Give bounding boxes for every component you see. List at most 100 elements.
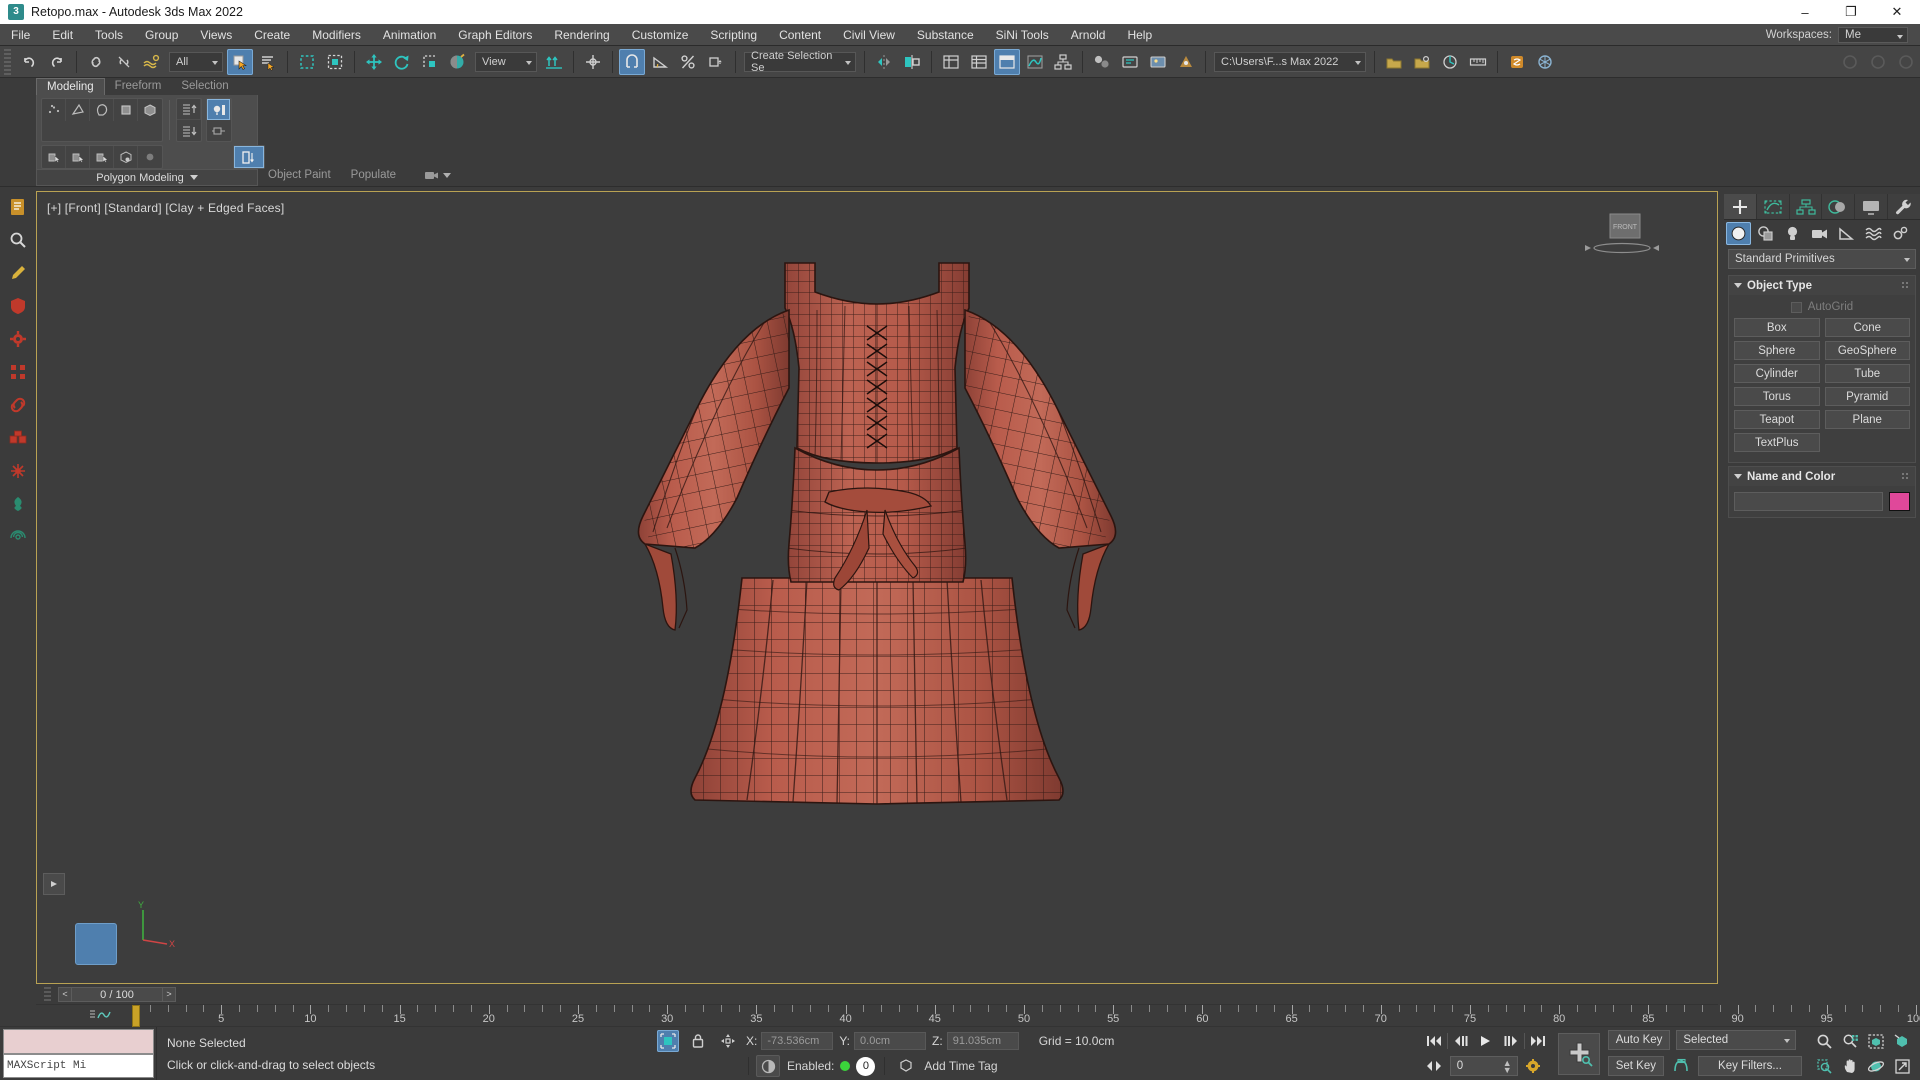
generate-topology-icon[interactable] xyxy=(42,146,66,168)
object-color-swatch[interactable] xyxy=(1889,492,1910,511)
coord-z[interactable]: Z: 91.035cm xyxy=(932,1032,1019,1050)
zoom-icon[interactable] xyxy=(1812,1029,1836,1053)
menu-edit[interactable]: Edit xyxy=(41,24,84,46)
render-production-icon[interactable] xyxy=(1173,49,1199,75)
ribbon-tab-freeform[interactable]: Freeform xyxy=(105,78,172,95)
box-button[interactable]: Box xyxy=(1734,318,1820,337)
rendered-frame-window-icon[interactable] xyxy=(1145,49,1171,75)
sphere-button[interactable]: Sphere xyxy=(1734,341,1820,360)
menu-file[interactable]: File xyxy=(0,24,41,46)
menu-group[interactable]: Group xyxy=(134,24,189,46)
go-to-end-icon[interactable] xyxy=(1526,1029,1550,1053)
textplus-button[interactable]: TextPlus xyxy=(1734,433,1820,452)
show-cage-icon[interactable] xyxy=(207,99,231,120)
menu-content[interactable]: Content xyxy=(768,24,832,46)
set-key-big-button[interactable] xyxy=(1558,1033,1600,1075)
field-of-view-icon[interactable] xyxy=(1890,1029,1914,1053)
schematic-view-icon[interactable] xyxy=(1050,49,1076,75)
coord-x[interactable]: X: -73.536cm xyxy=(746,1032,833,1050)
menu-help[interactable]: Help xyxy=(1116,24,1163,46)
adaptive-degradation-icon[interactable] xyxy=(756,1055,780,1077)
maxscript-listener[interactable]: MAXScript Mi xyxy=(0,1027,156,1080)
undo-icon[interactable] xyxy=(16,49,42,75)
spinner-snap-icon[interactable] xyxy=(703,49,729,75)
reference-coordinate-system-combo[interactable]: View xyxy=(475,52,537,72)
next-frame-icon[interactable] xyxy=(1499,1029,1523,1053)
scene-explorer-icon[interactable] xyxy=(966,49,992,75)
menu-arnold[interactable]: Arnold xyxy=(1060,24,1117,46)
pyramid-button[interactable]: Pyramid xyxy=(1825,387,1911,406)
key-mode-toggle-icon[interactable] xyxy=(1422,1054,1446,1078)
track-view-icon[interactable] xyxy=(88,1008,112,1021)
viewport-front[interactable]: [+] [Front] [Standard] [Clay + Edged Fac… xyxy=(36,191,1718,984)
add-time-tag-label[interactable]: Add Time Tag xyxy=(924,1059,997,1073)
create-tab[interactable] xyxy=(1724,194,1757,219)
name-and-color-header[interactable]: Name and Color xyxy=(1729,467,1915,486)
collapse-stack-down-icon[interactable] xyxy=(177,120,201,141)
coord-y-value[interactable]: 0.0cm xyxy=(854,1032,926,1050)
geosphere-button[interactable]: GeoSphere xyxy=(1825,341,1911,360)
asset-tracking-open-icon[interactable] xyxy=(1409,49,1435,75)
key-filter-mode-combo[interactable]: Selected xyxy=(1676,1030,1796,1050)
maxscript-output[interactable] xyxy=(3,1029,154,1054)
select-object-icon[interactable] xyxy=(227,49,253,75)
border-icon[interactable] xyxy=(90,99,114,121)
window-crossing-icon[interactable] xyxy=(322,49,348,75)
time-tag-icon[interactable] xyxy=(895,1055,917,1077)
tube-button[interactable]: Tube xyxy=(1825,364,1911,383)
cylinder-button[interactable]: Cylinder xyxy=(1734,364,1820,383)
auto-key-button[interactable]: Auto Key xyxy=(1608,1030,1671,1050)
zoom-all-icon[interactable] xyxy=(1838,1029,1862,1053)
select-and-manipulate-icon[interactable] xyxy=(580,49,606,75)
ribbon-camera-icon[interactable] xyxy=(406,167,461,183)
orbit-icon[interactable] xyxy=(1864,1054,1888,1078)
isolate-selection-icon[interactable] xyxy=(657,1030,679,1052)
redo-icon[interactable] xyxy=(44,49,70,75)
mirror-icon[interactable] xyxy=(871,49,897,75)
coord-z-value[interactable]: 91.035cm xyxy=(947,1032,1019,1050)
vertex-icon[interactable] xyxy=(42,99,66,121)
workspaces-value[interactable]: Me xyxy=(1838,27,1908,43)
measure-distance-icon[interactable] xyxy=(1465,49,1491,75)
toolbar-extra-1-icon[interactable] xyxy=(1837,49,1863,75)
full-interactivity-icon[interactable] xyxy=(114,146,138,168)
viewport-home-button[interactable] xyxy=(75,923,117,965)
teapot-button[interactable]: Teapot xyxy=(1734,410,1820,429)
viewport-label[interactable]: [+] [Front] [Standard] [Clay + Edged Fac… xyxy=(47,201,284,215)
viewport-minimize-toggle[interactable] xyxy=(43,873,65,895)
sini-gear-icon[interactable] xyxy=(6,327,30,351)
selection-lock-icon[interactable] xyxy=(687,1030,709,1052)
dress-mesh[interactable] xyxy=(567,248,1187,928)
set-key-button[interactable]: Set Key xyxy=(1608,1056,1664,1076)
maximize-button[interactable]: ❐ xyxy=(1828,0,1874,24)
sini-pen-icon[interactable] xyxy=(6,261,30,285)
hierarchy-tab[interactable] xyxy=(1790,194,1823,219)
polygon-icon[interactable] xyxy=(114,99,138,121)
category-combo[interactable]: Standard Primitives xyxy=(1728,249,1916,269)
menu-customize[interactable]: Customize xyxy=(621,24,700,46)
layer-explorer-icon[interactable] xyxy=(938,49,964,75)
select-by-name-icon[interactable] xyxy=(255,49,281,75)
workspaces-selector[interactable]: Workspaces: Me xyxy=(1766,27,1920,43)
object-type-header[interactable]: Object Type xyxy=(1729,276,1915,295)
menu-substance[interactable]: Substance xyxy=(906,24,985,46)
menu-animation[interactable]: Animation xyxy=(372,24,447,46)
menu-rendering[interactable]: Rendering xyxy=(543,24,620,46)
maximize-viewport-icon[interactable] xyxy=(1890,1054,1914,1078)
display-tab[interactable] xyxy=(1855,194,1888,219)
curve-editor-icon[interactable] xyxy=(1022,49,1048,75)
select-and-place-icon[interactable] xyxy=(445,49,471,75)
zoom-extents-icon[interactable] xyxy=(1864,1029,1888,1053)
ribbon-tab-populate[interactable]: Populate xyxy=(341,167,406,183)
element-icon[interactable] xyxy=(138,99,162,121)
degradation-count[interactable]: 0 xyxy=(856,1057,875,1076)
sini-boxes-icon[interactable] xyxy=(6,426,30,450)
current-frame-field[interactable]: 0 ▲▼ xyxy=(1450,1056,1518,1076)
select-and-rotate-icon[interactable] xyxy=(389,49,415,75)
pan-hand-icon[interactable] xyxy=(1838,1054,1862,1078)
rect-select-region-icon[interactable] xyxy=(294,49,320,75)
collapse-stack-up-icon[interactable] xyxy=(177,99,201,120)
time-configuration-icon[interactable] xyxy=(1522,1054,1546,1078)
autogrid-checkbox[interactable] xyxy=(1791,302,1802,313)
menu-modifiers[interactable]: Modifiers xyxy=(301,24,372,46)
